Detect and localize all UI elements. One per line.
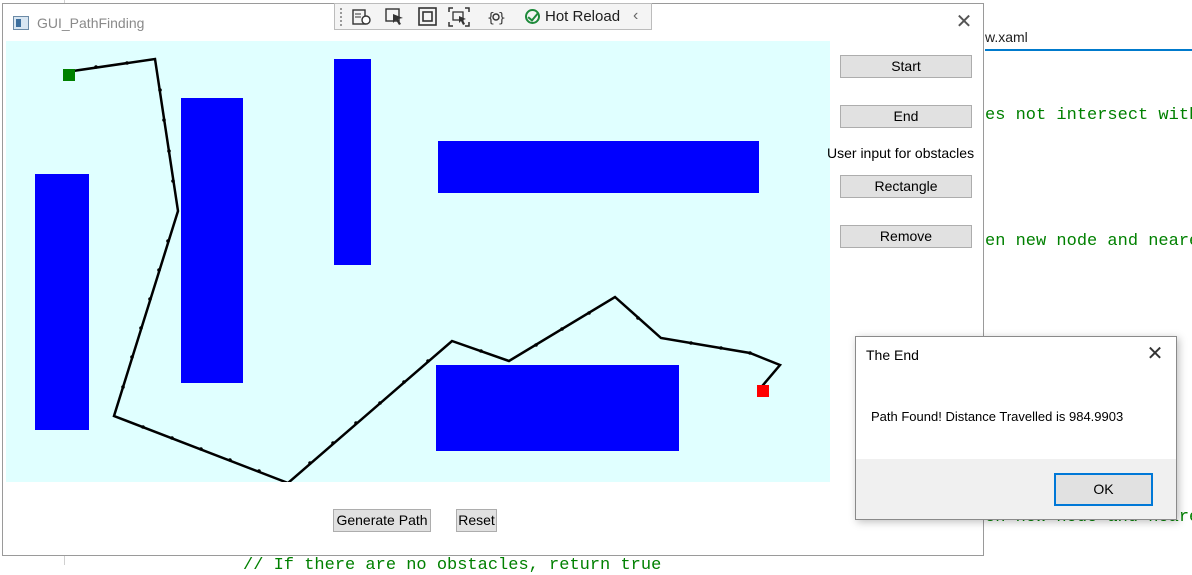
obstacle-rect[interactable]: [334, 59, 371, 265]
pathfinding-window: GUI_PathFinding ✕ Start End User input f…: [2, 3, 984, 556]
toolbar-grip[interactable]: [340, 8, 345, 26]
end-button[interactable]: End: [840, 105, 972, 128]
path-node: [748, 351, 752, 355]
path-node: [125, 61, 129, 65]
editor-tab[interactable]: w.xaml: [985, 29, 1028, 45]
rectangle-button[interactable]: Rectangle: [840, 175, 972, 198]
binding-icon[interactable]: {}: [485, 7, 507, 27]
path-node: [534, 343, 538, 347]
path-node: [94, 65, 98, 69]
editor-tab-underline: [985, 49, 1192, 51]
path-node: [308, 461, 312, 465]
obstacle-rect[interactable]: [35, 174, 89, 430]
dialog-close-icon[interactable]: ✕: [1142, 343, 1168, 365]
reset-button[interactable]: Reset: [456, 509, 497, 532]
obstacle-rect[interactable]: [436, 365, 679, 451]
ok-button[interactable]: OK: [1054, 473, 1153, 506]
path-node: [141, 425, 145, 429]
path-node: [170, 436, 174, 440]
path-node: [636, 316, 640, 320]
path-node: [228, 458, 232, 462]
start-button[interactable]: Start: [840, 55, 972, 78]
xaml-debug-toolbar: {} Hot Reload ‹: [334, 3, 652, 30]
path-node: [402, 380, 406, 384]
code-line: es not intersect with: [985, 106, 1192, 125]
dialog-footer: OK: [856, 459, 1176, 519]
path-node: [257, 469, 261, 473]
path-node: [587, 311, 591, 315]
code-line: // If there are no obstacles, return tru…: [243, 556, 662, 575]
path-node: [158, 88, 162, 92]
path-node: [479, 349, 483, 353]
hot-reload-button[interactable]: Hot Reload: [525, 7, 620, 27]
path-node: [148, 297, 152, 301]
dialog-title: The End: [866, 347, 919, 363]
path-node: [121, 385, 125, 389]
select-element-icon[interactable]: [384, 7, 406, 27]
hot-reload-check-icon: [525, 9, 540, 24]
path-node: [354, 421, 358, 425]
track-focus-icon[interactable]: [448, 7, 470, 27]
obstacle-rect[interactable]: [181, 98, 243, 383]
collapse-chevron-icon[interactable]: ‹: [633, 7, 638, 25]
path-node: [157, 268, 161, 272]
path-node: [719, 346, 723, 350]
path-node: [171, 179, 175, 183]
path-node: [139, 326, 143, 330]
path-node: [166, 239, 170, 243]
path-canvas[interactable]: [6, 41, 830, 482]
result-dialog: The End ✕ Path Found! Distance Travelled…: [855, 336, 1177, 520]
window-title: GUI_PathFinding: [37, 15, 145, 31]
path-node: [199, 447, 203, 451]
end-marker: [757, 385, 769, 397]
path-node: [331, 441, 335, 445]
display-layout-icon[interactable]: [417, 7, 439, 27]
path-node: [378, 401, 382, 405]
path-node: [130, 355, 134, 359]
path-node: [560, 327, 564, 331]
live-tree-icon[interactable]: [351, 7, 373, 27]
path-node: [426, 359, 430, 363]
hot-reload-label: Hot Reload: [545, 8, 621, 25]
app-icon: [13, 16, 29, 30]
path-node: [162, 118, 166, 122]
remove-button[interactable]: Remove: [840, 225, 972, 248]
obstacles-label: User input for obstacles: [827, 145, 975, 161]
generate-path-button[interactable]: Generate Path: [333, 509, 431, 532]
path-node: [167, 149, 171, 153]
path-node: [689, 341, 693, 345]
path-canvas-svg: [35, 57, 783, 482]
obstacle-rect[interactable]: [438, 141, 759, 193]
code-line: en new node and neare: [985, 232, 1192, 251]
dialog-message: Path Found! Distance Travelled is 984.99…: [871, 409, 1124, 424]
window-close-icon[interactable]: ✕: [951, 10, 977, 34]
start-marker: [63, 69, 75, 81]
